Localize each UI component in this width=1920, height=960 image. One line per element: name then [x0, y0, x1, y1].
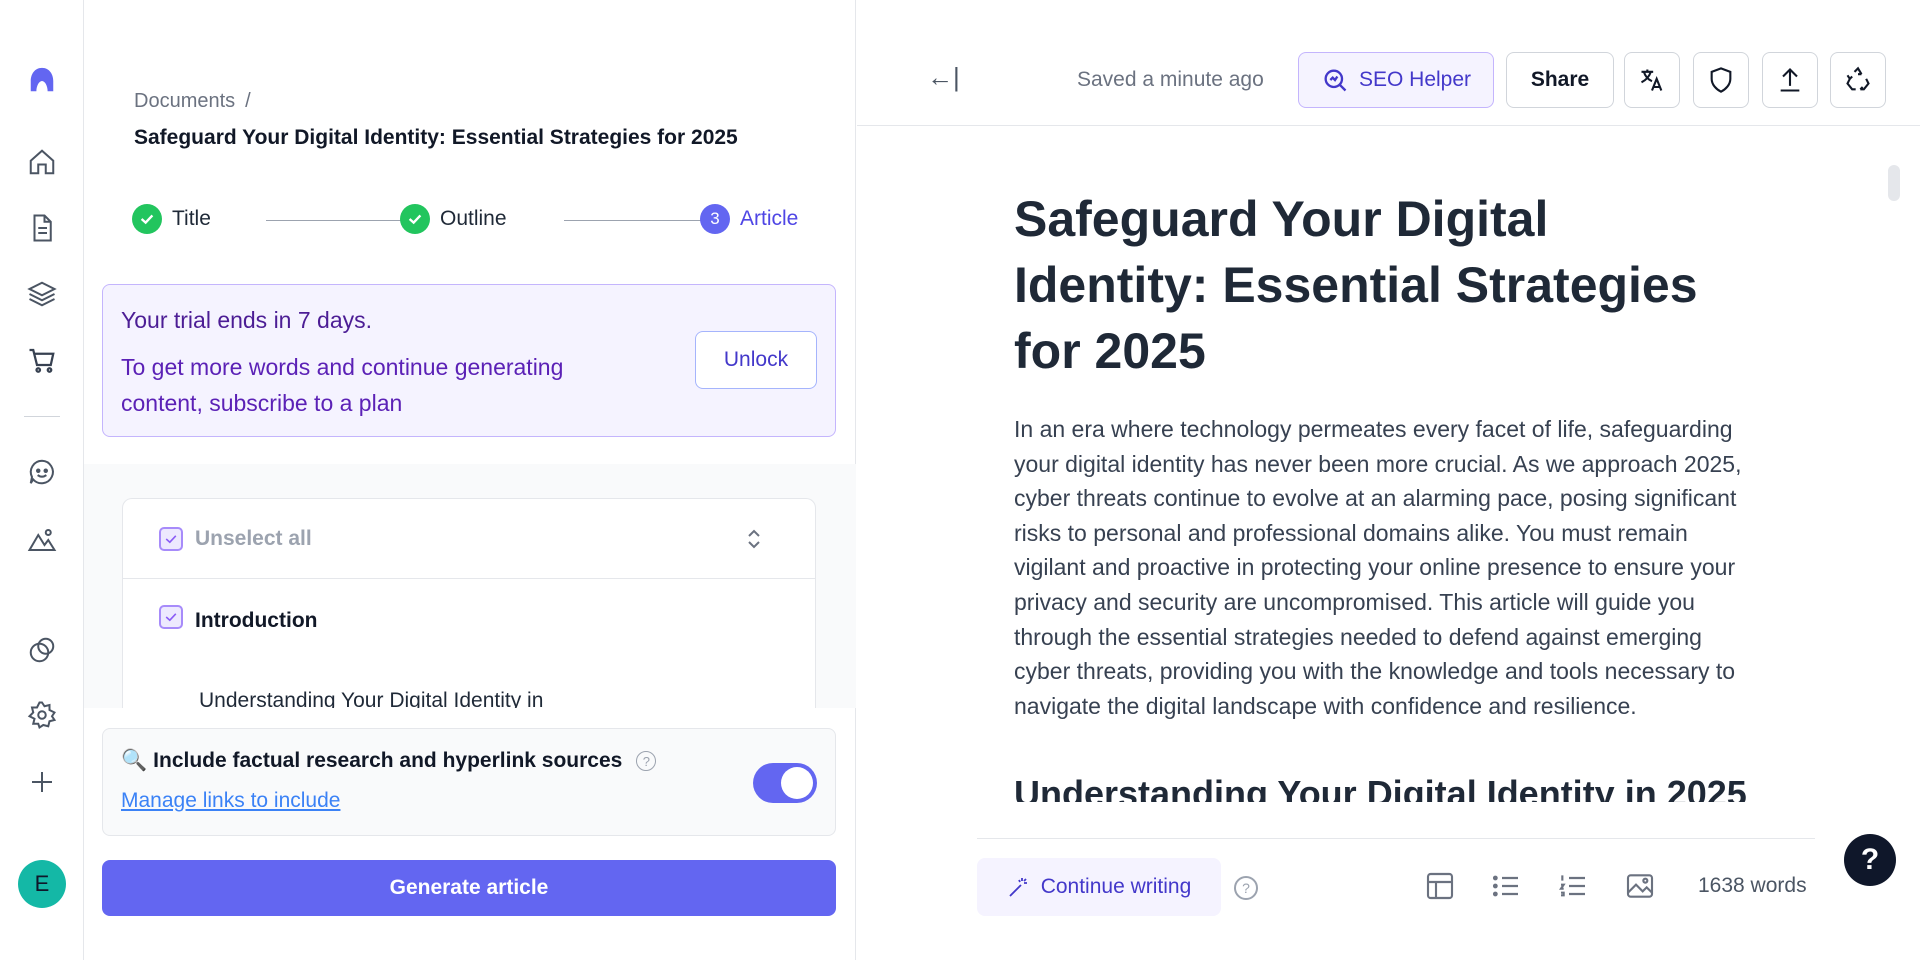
- article-editor[interactable]: Safeguard Your Digital Identity: Essenti…: [1014, 186, 1754, 802]
- introduction-label: Introduction: [195, 609, 318, 632]
- export-button[interactable]: [1762, 52, 1818, 108]
- rewrite-button[interactable]: [1830, 52, 1886, 108]
- translate-button[interactable]: [1624, 52, 1680, 108]
- collapse-panel-icon[interactable]: ←|: [927, 62, 960, 93]
- insert-image-icon[interactable]: [1624, 870, 1656, 902]
- breadcrumb-separator: /: [245, 90, 251, 112]
- magic-wand-icon: [1009, 878, 1027, 897]
- image-landscape-icon[interactable]: [22, 520, 62, 560]
- integrations-icon[interactable]: [22, 630, 62, 670]
- unselect-all-row[interactable]: Unselect all: [123, 499, 815, 579]
- seo-helper-label: SEO Helper: [1358, 68, 1472, 91]
- section-list: Unselect all Introduction Understanding …: [122, 498, 816, 708]
- article-section-heading[interactable]: Understanding Your Digital Identity in 2…: [1014, 773, 1754, 802]
- numbered-list-icon[interactable]: [1557, 870, 1589, 902]
- document-title: Safeguard Your Digital Identity: Essenti…: [134, 126, 738, 149]
- home-icon[interactable]: [22, 142, 62, 182]
- save-status: Saved a minute ago: [1077, 68, 1264, 91]
- trial-banner: Your trial ends in 7 days. To get more w…: [102, 284, 836, 437]
- step-article-label: Article: [740, 207, 799, 230]
- research-heading: 🔍 Include factual research and hyperlink…: [121, 749, 657, 773]
- chat-bot-icon[interactable]: [22, 452, 62, 492]
- trial-body: To get more words and continue generatin…: [121, 354, 564, 416]
- step-connector: [564, 220, 722, 221]
- continue-help-icon[interactable]: ?: [1234, 876, 1258, 900]
- research-options-card: 🔍 Include factual research and hyperlink…: [102, 728, 836, 836]
- expand-collapse-chevron-icon[interactable]: [743, 525, 765, 553]
- logo-icon[interactable]: [22, 60, 62, 100]
- rail-divider: [24, 416, 60, 417]
- bottom-divider: [977, 838, 1815, 839]
- app-root: E Documents / Safeguard Your Digital Iden…: [0, 0, 1920, 960]
- generator-panel: Documents / Safeguard Your Digital Identi…: [84, 0, 856, 960]
- table-icon[interactable]: [1424, 870, 1456, 902]
- user-avatar[interactable]: E: [18, 860, 66, 908]
- step-title-label: Title: [172, 207, 211, 230]
- step-done-check-icon: [132, 204, 162, 234]
- help-circle-icon[interactable]: ?: [636, 751, 657, 771]
- step-article[interactable]: 3 Article: [700, 204, 798, 234]
- unlock-button[interactable]: Unlock: [695, 331, 817, 389]
- step-title[interactable]: Title: [132, 204, 211, 234]
- layers-icon[interactable]: [22, 274, 62, 314]
- step-outline[interactable]: Outline: [400, 204, 507, 234]
- word-count: 1638 words: [1698, 874, 1807, 897]
- plagiarism-check-button[interactable]: [1693, 52, 1749, 108]
- step-number-badge: 3: [700, 204, 730, 234]
- research-label: Include factual research and hyperlink s…: [153, 749, 623, 772]
- seo-helper-button[interactable]: SEO Helper: [1298, 52, 1494, 108]
- manage-links-link[interactable]: Manage links to include: [121, 789, 340, 813]
- generate-article-button[interactable]: Generate article: [102, 860, 836, 916]
- article-title[interactable]: Safeguard Your Digital Identity: Essenti…: [1014, 186, 1754, 384]
- cart-icon[interactable]: [22, 340, 62, 380]
- settings-gear-icon[interactable]: [22, 695, 62, 735]
- editor-toolbar: ←| Saved a minute ago SEO Helper Share: [857, 0, 1920, 126]
- section-item-understanding-label[interactable]: Understanding Your Digital Identity in: [199, 689, 543, 708]
- introduction-checkbox[interactable]: [159, 605, 183, 629]
- breadcrumb: Documents /: [134, 90, 251, 113]
- continue-writing-label: Continue writing: [1040, 875, 1192, 898]
- recycle-icon: [1846, 66, 1870, 91]
- editor-scrollbar[interactable]: [1888, 165, 1900, 201]
- step-outline-label: Outline: [440, 207, 507, 230]
- document-icon[interactable]: [22, 208, 62, 248]
- left-rail: E: [0, 0, 84, 960]
- step-indicator: Title Outline 3 Article: [132, 204, 812, 236]
- article-intro-paragraph[interactable]: In an era where technology permeates eve…: [1014, 412, 1754, 723]
- shield-icon: [1710, 67, 1732, 93]
- step-done-check-icon: [400, 204, 430, 234]
- translate-icon: [1641, 69, 1663, 91]
- research-toggle[interactable]: [753, 763, 817, 803]
- share-button[interactable]: Share: [1506, 52, 1614, 108]
- continue-writing-button[interactable]: Continue writing: [977, 858, 1221, 916]
- seo-search-icon: [1324, 69, 1347, 92]
- help-fab-button[interactable]: ?: [1844, 834, 1896, 886]
- trial-heading: Your trial ends in 7 days.: [121, 307, 373, 333]
- unselect-all-label: Unselect all: [195, 527, 312, 550]
- breadcrumb-documents-link[interactable]: Documents: [134, 90, 235, 112]
- magnifier-icon: 🔍: [121, 749, 148, 772]
- bullet-list-icon[interactable]: [1490, 870, 1522, 902]
- unselect-all-checkbox[interactable]: [159, 527, 183, 551]
- add-plus-icon[interactable]: [22, 762, 62, 802]
- upload-icon: [1780, 68, 1800, 92]
